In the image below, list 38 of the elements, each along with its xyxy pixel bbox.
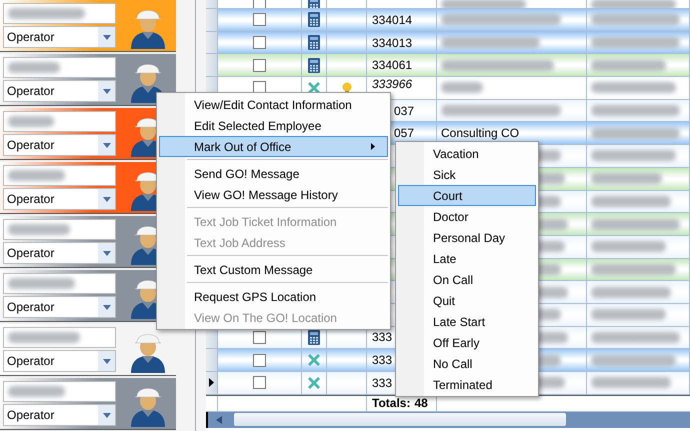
totals-value: 48 — [414, 396, 428, 410]
ticket-number: 037 — [394, 104, 414, 118]
role-dropdown[interactable]: Operator — [3, 350, 116, 372]
menu-item[interactable]: No Call — [398, 353, 536, 374]
grid-row[interactable]: 334013 — [206, 32, 690, 54]
menu-item[interactable]: Late — [398, 248, 536, 269]
menu-item[interactable]: Court — [398, 185, 536, 206]
menu-item[interactable]: Personal Day — [398, 227, 536, 248]
ticket-number: 334013 — [372, 36, 412, 50]
ticket-number: 057 — [394, 126, 414, 140]
ticket-number: 334014 — [372, 12, 412, 27]
role-dropdown[interactable]: Operator — [3, 26, 116, 48]
menu-item[interactable]: Doctor — [398, 206, 536, 227]
menu-item[interactable]: Sick — [398, 164, 536, 185]
menu-item[interactable]: Terminated — [398, 374, 536, 395]
role-dropdown[interactable]: Operator — [3, 80, 116, 102]
grid-row[interactable]: 334061 — [206, 54, 690, 78]
menu-item[interactable]: Vacation — [398, 143, 536, 164]
employee-card[interactable]: Operator — [0, 0, 176, 52]
employee-card[interactable]: Operator — [0, 378, 176, 430]
menu-item[interactable]: Quit — [398, 290, 536, 311]
role-dropdown[interactable]: Operator — [3, 188, 116, 210]
company-name: Consulting CO — [441, 126, 520, 140]
role-dropdown[interactable]: Operator — [3, 134, 116, 156]
menu-item[interactable]: Mark Out of Office — [159, 136, 388, 157]
ticket-number: 333 — [372, 376, 392, 390]
ticket-number: 333966 — [372, 77, 412, 92]
menu-item[interactable]: On Call — [398, 269, 536, 290]
ticket-number: 333 — [372, 353, 392, 368]
grid-row[interactable]: 334014 — [206, 9, 690, 32]
employee-card[interactable]: Operator — [0, 324, 176, 376]
ticket-number: 334061 — [372, 58, 412, 72]
totals-label: Totals: — [372, 396, 410, 410]
role-dropdown[interactable]: Operator — [3, 242, 116, 264]
employee-card[interactable]: Operator — [0, 54, 176, 106]
role-dropdown[interactable]: Operator — [3, 404, 116, 426]
role-dropdown[interactable]: Operator — [3, 296, 116, 318]
ticket-number: 333 — [372, 330, 392, 344]
